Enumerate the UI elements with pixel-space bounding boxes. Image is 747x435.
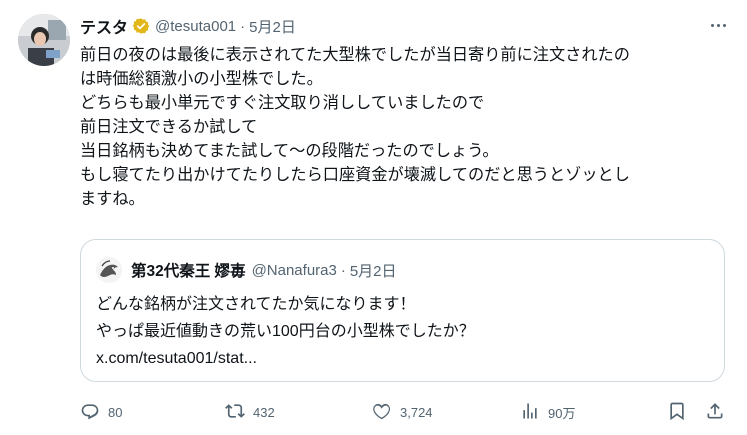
tweet-body-line: 前日注文できるか試して: [80, 118, 258, 136]
reply-icon: [80, 401, 100, 424]
retweet-icon: [225, 401, 245, 424]
like-icon: [372, 401, 392, 424]
share-button[interactable]: [705, 396, 725, 428]
like-button[interactable]: 3,724: [372, 396, 433, 428]
more-icon[interactable]: [705, 16, 731, 34]
reply-button[interactable]: 80: [80, 396, 122, 428]
quoted-author-name: 第32代秦王 嫪毐: [131, 263, 246, 280]
share-icon: [705, 401, 725, 424]
like-count: 3,724: [400, 404, 433, 420]
header-separator: ·: [240, 17, 246, 35]
quoted-author-handle: @Nanafura3: [251, 261, 337, 279]
tweet-body-line: もし寝てたり出かけてたりしたら口座資金が壊滅してのだと思うとゾッとし: [80, 166, 630, 184]
reply-count: 80: [108, 404, 123, 420]
tweet-body: 前日の夜のは最後に表示されてた大型株でしたが当日寄り前に注文されたの は時価総額…: [80, 43, 725, 211]
tweet: テスタ @tesuta001 · 5月2日 前日の夜のは最後に表示されてた大型株…: [0, 0, 747, 435]
bookmark-icon: [667, 401, 687, 424]
quoted-date: 5月2日: [349, 262, 397, 280]
tweet-date[interactable]: 5月2日: [249, 16, 296, 37]
quoted-link: x.com/tesuta001/stat...: [96, 350, 257, 367]
quoted-body: どんな銘柄が注文されてたか気になります！ やっぱ最近値動きの荒い100円台の小型…: [96, 291, 475, 372]
quoted-body-line: どんな銘柄が注文されてたか気になります！: [96, 296, 416, 313]
tweet-header: テスタ @tesuta001 · 5月2日: [80, 14, 296, 38]
bookmark-button[interactable]: [667, 396, 687, 428]
view-count: 90万: [548, 405, 576, 421]
tweet-body-line: 前日の夜のは最後に表示されてた大型株でしたが当日寄り前に注文されたの: [80, 46, 630, 64]
quoted-author-avatar[interactable]: [96, 257, 122, 283]
author-handle[interactable]: @tesuta001: [155, 18, 236, 35]
quoted-tweet[interactable]: 第32代秦王 嫪毐 @Nanafura3 · 5月2日 どんな銘柄が注文されてた…: [80, 239, 725, 382]
action-bar: 80 432 3,724 90万: [80, 396, 730, 428]
quoted-header-separator: ·: [340, 261, 346, 279]
tweet-body-line: ますね。: [80, 190, 145, 208]
tweet-body-line: は時価総額激小の小型株でした。: [80, 70, 323, 88]
views-icon: [520, 401, 540, 424]
retweet-count: 432: [253, 404, 275, 420]
author-avatar[interactable]: [18, 14, 70, 66]
tweet-body-line: どちらも最小単元ですぐ注文取り消ししていましたので: [80, 94, 485, 112]
retweet-button[interactable]: 432: [225, 396, 275, 428]
quoted-body-line: やっぱ最近値動きの荒い100円台の小型株でしたか？: [96, 323, 475, 340]
tweet-body-line: 当日銘柄も決めてまた試して〜の段階だったのでしょう。: [80, 142, 499, 160]
author-name[interactable]: テスタ: [80, 14, 128, 38]
views-button[interactable]: 90万: [520, 396, 575, 428]
verified-badge-icon: [132, 17, 150, 35]
quoted-header: 第32代秦王 嫪毐 @Nanafura3 · 5月2日: [131, 258, 397, 282]
